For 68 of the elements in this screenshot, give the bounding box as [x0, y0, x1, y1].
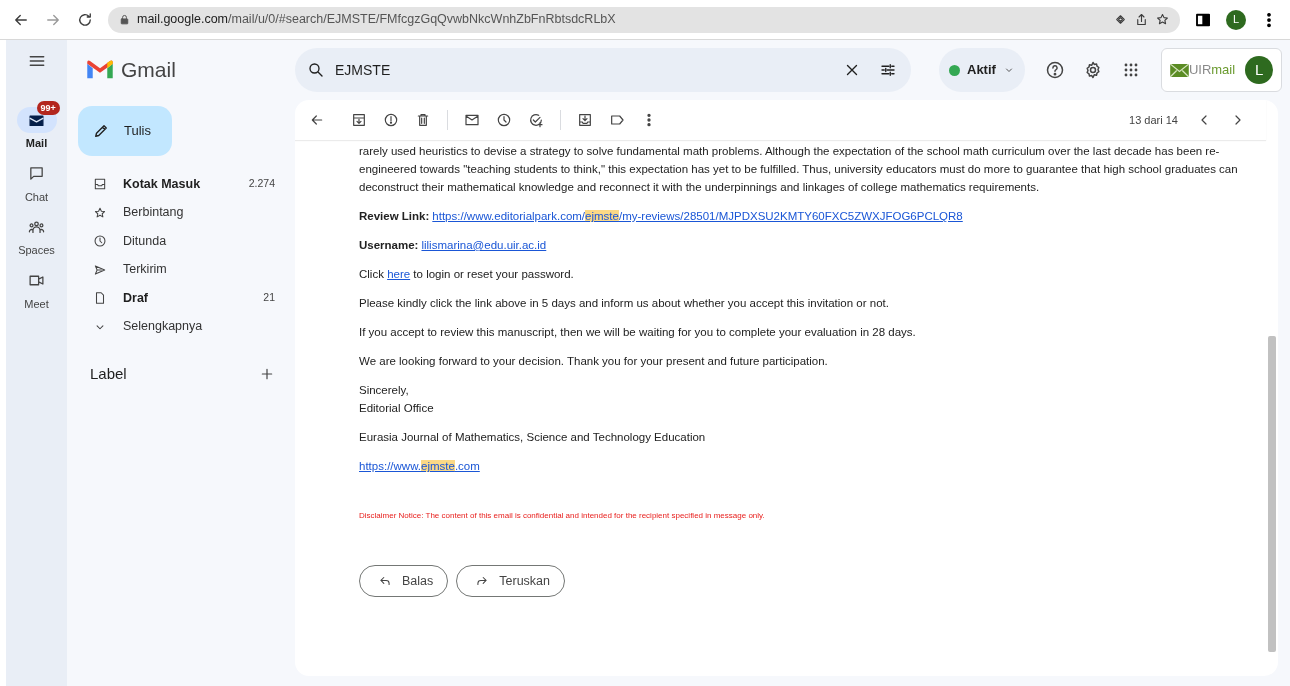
- rail-item[interactable]: Meet: [6, 260, 67, 312]
- filter-icon[interactable]: [879, 61, 897, 79]
- address-bar[interactable]: mail.google.com/mail/u/0/#search/EJMSTE/FMfcgzGqQvwbNkcWnhZbFnRbtsdcRLbX: [108, 6, 1180, 33]
- lock-icon: [118, 13, 131, 26]
- folder-item[interactable]: Kotak Masuk 2.274: [67, 170, 295, 199]
- pager-text: 13 dari 14: [1129, 112, 1178, 128]
- disclaimer-text: Disclaimer Notice: The content of this email is confidential and intended for the recipient specified in message only.: [359, 510, 766, 522]
- search-input[interactable]: EJMSTE: [335, 59, 843, 81]
- email-paragraph: If you accept to review this manuscript, then we will be waiting for you to complete your evaluation in 28 days.: [359, 325, 917, 340]
- label-icon[interactable]: [609, 112, 625, 128]
- report-icon[interactable]: [383, 112, 399, 128]
- clock-icon[interactable]: [496, 112, 512, 128]
- search-icon: [307, 61, 325, 79]
- folder-count: 2.274: [248, 176, 275, 192]
- folder-item[interactable]: Draf 21: [67, 284, 295, 313]
- profile-avatar[interactable]: L: [1226, 9, 1246, 30]
- email-paragraph: We are looking forward to your decision. Thank you for your present and future participation.: [359, 354, 829, 369]
- organization-logo[interactable]: UIRmail: [1169, 60, 1236, 80]
- field-label: Review Link:: [359, 209, 430, 224]
- website-link[interactable]: https://www.ejmste.com: [359, 457, 480, 475]
- email-link[interactable]: lilismarina@edu.uir.ac.id: [421, 236, 547, 254]
- labels-heading: Label: [90, 364, 128, 384]
- email-paragraph: Click here to login or reset your password.: [359, 267, 575, 282]
- trash-icon[interactable]: [415, 112, 431, 128]
- rail-item[interactable]: Chat: [6, 153, 67, 205]
- status-button[interactable]: Aktif: [939, 48, 1025, 92]
- folder-count: 21: [263, 290, 275, 306]
- folder-item[interactable]: Berbintang: [67, 198, 295, 227]
- app-name: Gmail: [121, 57, 176, 84]
- share-icon[interactable]: [1134, 12, 1149, 27]
- move-to-icon[interactable]: [577, 112, 593, 128]
- archive-icon[interactable]: [351, 112, 367, 128]
- compose-button[interactable]: Tulis: [78, 106, 172, 156]
- signature-line: Sincerely,: [359, 383, 410, 398]
- rail-item[interactable]: 99+ Mail: [6, 100, 67, 152]
- clock-icon: [93, 234, 107, 249]
- send-icon: [93, 262, 107, 277]
- add-task-icon[interactable]: [528, 112, 544, 128]
- folder-item[interactable]: Selengkapnya: [67, 312, 295, 341]
- document-icon: [93, 291, 107, 306]
- bookmark-star-icon[interactable]: [1155, 12, 1170, 27]
- chat-icon: [28, 165, 45, 182]
- gmail-logo-icon: [87, 60, 113, 80]
- reply-arrow-icon: [378, 574, 392, 588]
- forward-arrow-icon: [475, 574, 490, 588]
- scrollbar-thumb[interactable]: [1268, 336, 1276, 652]
- search-field[interactable]: EJMSTE: [295, 48, 911, 92]
- help-icon[interactable]: [1044, 60, 1065, 80]
- email-link[interactable]: here: [387, 268, 411, 280]
- field-label: Username:: [359, 238, 419, 253]
- email-link[interactable]: https://www.editorialpark.com/ejmste/my-reviews/28501/MJPDXSU2KMTY60FXC5ZWXJFOG6PCLQR8: [432, 207, 963, 225]
- email-paragraph: Eurasia Journal of Mathematics, Science and Technology Education: [359, 430, 707, 445]
- folder-item[interactable]: Terkirim: [67, 255, 295, 284]
- unread-badge: 99+: [36, 101, 60, 115]
- rail-item[interactable]: Spaces: [6, 207, 67, 259]
- envelope-icon[interactable]: [464, 112, 480, 128]
- folder-item[interactable]: Ditunda: [67, 227, 295, 256]
- url-text: mail.google.com/mail/u/0/#search/EJMSTE/FMfcgzGqQvwbNkcWnhZbFnRbtsdcRLbX: [137, 11, 616, 29]
- inbox-icon: [93, 177, 107, 192]
- account-avatar[interactable]: L: [1245, 56, 1274, 84]
- email-paragraph: Please kindly click the link above in 5 days and inform us about whether you accept this invitation or not.: [359, 296, 890, 311]
- pencil-icon: [92, 122, 110, 140]
- email-paragraph: rarely used heuristics to devise a strategy to solve fundamental math problems. Although the expectation of the school math curriculum over the last decade has been re-engineered towards "teaching students to think," this expectation has yet to be fulfilled. Thus, university educators must do more to guarantee that high school graduates can deconstruct their mathematical knowledge and reconnect it with the underpinnings and linkages of college mathematics requirements.: [359, 144, 1239, 195]
- reload-icon[interactable]: [76, 10, 94, 29]
- star-icon: [93, 205, 107, 220]
- back-icon[interactable]: [309, 112, 325, 128]
- signature-line: Editorial Office: [359, 401, 435, 416]
- install-icon[interactable]: [1113, 12, 1128, 27]
